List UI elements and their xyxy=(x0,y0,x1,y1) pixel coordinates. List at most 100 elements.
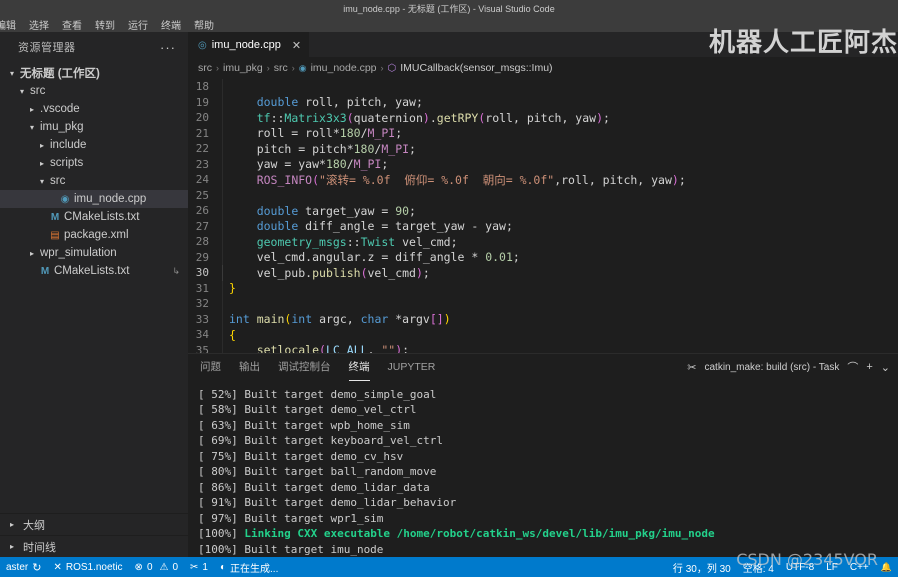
status-language-mode[interactable]: C++ xyxy=(844,557,875,577)
breadcrumb-item-1[interactable]: imu_pkg xyxy=(223,62,263,74)
code-editor[interactable]: 1819 double roll, pitch, yaw;20 tf::Matr… xyxy=(188,79,898,353)
tree-item-src[interactable]: ▾src xyxy=(0,172,188,190)
code-line[interactable]: 19 double roll, pitch, yaw; xyxy=(188,95,898,111)
tree-item-cmakelists-txt[interactable]: MCMakeLists.txt↳ xyxy=(0,262,188,280)
code-line[interactable]: 21 roll = roll*180/M_PI; xyxy=(188,126,898,142)
code-line[interactable]: 24 ROS_INFO("滚转= %.0f 俯仰= %.0f 朝向= %.0f"… xyxy=(188,172,898,188)
code-line[interactable]: 32 xyxy=(188,296,898,312)
tree-item-label: wpr_simulation xyxy=(40,247,117,259)
panel-actions: ✂ catkin_make: build (src) - Task ⌒ + ⌄ xyxy=(687,359,898,375)
code-line-text: } xyxy=(222,281,236,297)
status-eol[interactable]: LF xyxy=(820,557,844,577)
new-terminal-icon[interactable]: + xyxy=(866,361,872,373)
breadcrumb-item-4[interactable]: IMUCallback(sensor_msgs::Imu) xyxy=(400,62,552,74)
warning-count: 0 xyxy=(172,562,178,573)
chevron-right-icon: ▸ xyxy=(6,520,18,529)
terminal-line: [ 63%] Built target wpb_home_sim xyxy=(198,418,898,434)
chevron-right-icon: ▸ xyxy=(6,542,18,551)
tree-item-label: 无标题 (工作区) xyxy=(20,65,100,81)
panel-tab-4[interactable]: JUPYTER xyxy=(388,354,436,381)
tree-item-include[interactable]: ▸include xyxy=(0,136,188,154)
breadcrumb[interactable]: src›imu_pkg›src›◉imu_node.cpp›⬡IMUCallba… xyxy=(188,57,898,79)
file-tree[interactable]: ▾无标题 (工作区)▾src▸.vscode▾imu_pkg▸include▸s… xyxy=(0,62,188,513)
sync-icon[interactable]: ↻ xyxy=(32,561,41,574)
sidebar-section-0[interactable]: ▸大纲 xyxy=(0,513,188,535)
code-line-text: vel_cmd.angular.z = diff_angle * 0.01; xyxy=(222,250,520,266)
tree-item--[interactable]: ▾无标题 (工作区) xyxy=(0,64,188,82)
status-branch[interactable]: aster ↻ xyxy=(0,557,47,577)
menu-item-0[interactable]: 编辑 xyxy=(0,17,18,32)
tree-item-cmakelists-txt[interactable]: MCMakeLists.txt xyxy=(0,208,188,226)
panel-tab-3[interactable]: 终端 xyxy=(349,354,370,381)
code-line[interactable]: 26 double target_yaw = 90; xyxy=(188,203,898,219)
menu-item-3[interactable]: 转到 xyxy=(93,17,117,32)
status-ros[interactable]: ✕ ROS1.noetic xyxy=(47,557,128,577)
sidebar-section-1[interactable]: ▸时间线 xyxy=(0,535,188,557)
code-line[interactable]: 22 pitch = pitch*180/M_PI; xyxy=(188,141,898,157)
menu-bar[interactable]: 编辑选择查看转到运行终端帮助 xyxy=(0,16,898,32)
status-problems[interactable]: ⊗ 0 ⚠ 0 xyxy=(129,557,184,577)
code-line[interactable]: 20 tf::Matrix3x3(quaternion).getRPY(roll… xyxy=(188,110,898,126)
tree-item-src[interactable]: ▾src xyxy=(0,82,188,100)
code-line[interactable]: 18 xyxy=(188,79,898,95)
more-actions-icon[interactable]: ··· xyxy=(160,40,176,55)
split-terminal-icon[interactable]: ⌒ xyxy=(847,359,858,375)
editor-area: ◎ imu_node.cpp ✕ src›imu_pkg›src›◉imu_no… xyxy=(188,32,898,557)
menu-item-5[interactable]: 终端 xyxy=(159,17,183,32)
code-line-text: double target_yaw = 90; xyxy=(222,203,416,219)
menu-item-6[interactable]: 帮助 xyxy=(192,17,216,32)
code-line[interactable]: 29 vel_cmd.angular.z = diff_angle * 0.01… xyxy=(188,250,898,266)
panel-tab-0[interactable]: 问题 xyxy=(200,354,221,381)
chevron-right-icon: ▸ xyxy=(26,105,38,114)
status-notifications[interactable]: 🔔 xyxy=(875,557,898,577)
bell-icon: 🔔 xyxy=(881,562,892,573)
breadcrumb-item-3[interactable]: imu_node.cpp xyxy=(311,62,377,74)
code-line[interactable]: 27 double diff_angle = target_yaw - yaw; xyxy=(188,219,898,235)
tree-item-scripts[interactable]: ▸scripts xyxy=(0,154,188,172)
code-line-text: double diff_angle = target_yaw - yaw; xyxy=(222,219,513,235)
error-count: 0 xyxy=(147,562,153,573)
terminal-line-highlight: Linking CXX executable /home/robot/catki… xyxy=(244,527,714,540)
tree-item-label: package.xml xyxy=(64,229,129,241)
kill-terminal-icon[interactable]: ✂ xyxy=(687,361,696,374)
code-line[interactable]: 35 setlocale(LC_ALL, ""); xyxy=(188,343,898,353)
menu-item-2[interactable]: 查看 xyxy=(60,17,84,32)
tree-item-wpr-simulation[interactable]: ▸wpr_simulation xyxy=(0,244,188,262)
panel-tab-2[interactable]: 调试控制台 xyxy=(278,354,331,381)
terminal-line: [ 86%] Built target demo_lidar_data xyxy=(198,480,898,496)
tree-item-imu-pkg[interactable]: ▾imu_pkg xyxy=(0,118,188,136)
menu-item-1[interactable]: 选择 xyxy=(27,17,51,32)
line-number: 20 xyxy=(188,111,222,124)
status-build[interactable]: ◐ 正在生成... xyxy=(214,557,284,577)
terminal-output[interactable]: [ 52%] Built target demo_simple_goal[ 58… xyxy=(188,381,898,558)
code-line[interactable]: 28 geometry_msgs::Twist vel_cmd; xyxy=(188,234,898,250)
active-terminal-name[interactable]: catkin_make: build (src) - Task xyxy=(704,362,839,373)
panel-tab-label: 问题 xyxy=(200,359,221,374)
status-encoding[interactable]: UTF-8 xyxy=(780,557,820,577)
menu-item-4[interactable]: 运行 xyxy=(126,17,150,32)
tab-imu-node-cpp[interactable]: ◎ imu_node.cpp ✕ xyxy=(188,32,309,57)
code-line[interactable]: 23 yaw = yaw*180/M_PI; xyxy=(188,157,898,173)
tree-item-imu-node-cpp[interactable]: ◉imu_node.cpp xyxy=(0,190,188,208)
chevron-down-icon: ▾ xyxy=(36,177,48,186)
tree-item-package-xml[interactable]: ▤package.xml xyxy=(0,226,188,244)
explorer-sidebar: 资源管理器 ··· ▾无标题 (工作区)▾src▸.vscode▾imu_pkg… xyxy=(0,32,188,557)
status-tasks[interactable]: ✂ 1 xyxy=(184,557,214,577)
line-number: 28 xyxy=(188,235,222,248)
status-indentation[interactable]: 空格: 4 xyxy=(737,557,780,577)
panel-tab-1[interactable]: 输出 xyxy=(239,354,260,381)
code-line[interactable]: 31} xyxy=(188,281,898,297)
breadcrumb-item-0[interactable]: src xyxy=(198,62,212,74)
tree-item--vscode[interactable]: ▸.vscode xyxy=(0,100,188,118)
code-line[interactable]: 30 vel_pub.publish(vel_cmd); xyxy=(188,265,898,281)
code-line[interactable]: 33int main(int argc, char *argv[]) xyxy=(188,312,898,328)
panel-tab-label: 调试控制台 xyxy=(278,359,331,374)
code-line[interactable]: 34{ xyxy=(188,327,898,343)
status-cursor-position[interactable]: 行 30，列 30 xyxy=(667,557,737,577)
code-line-text: vel_pub.publish(vel_cmd); xyxy=(222,265,430,281)
code-line[interactable]: 25 xyxy=(188,188,898,204)
close-icon[interactable]: ✕ xyxy=(292,39,301,52)
chevron-down-icon[interactable]: ⌄ xyxy=(881,361,890,374)
breadcrumb-item-2[interactable]: src xyxy=(274,62,288,74)
cpp-file-icon: ◉ xyxy=(58,194,72,205)
